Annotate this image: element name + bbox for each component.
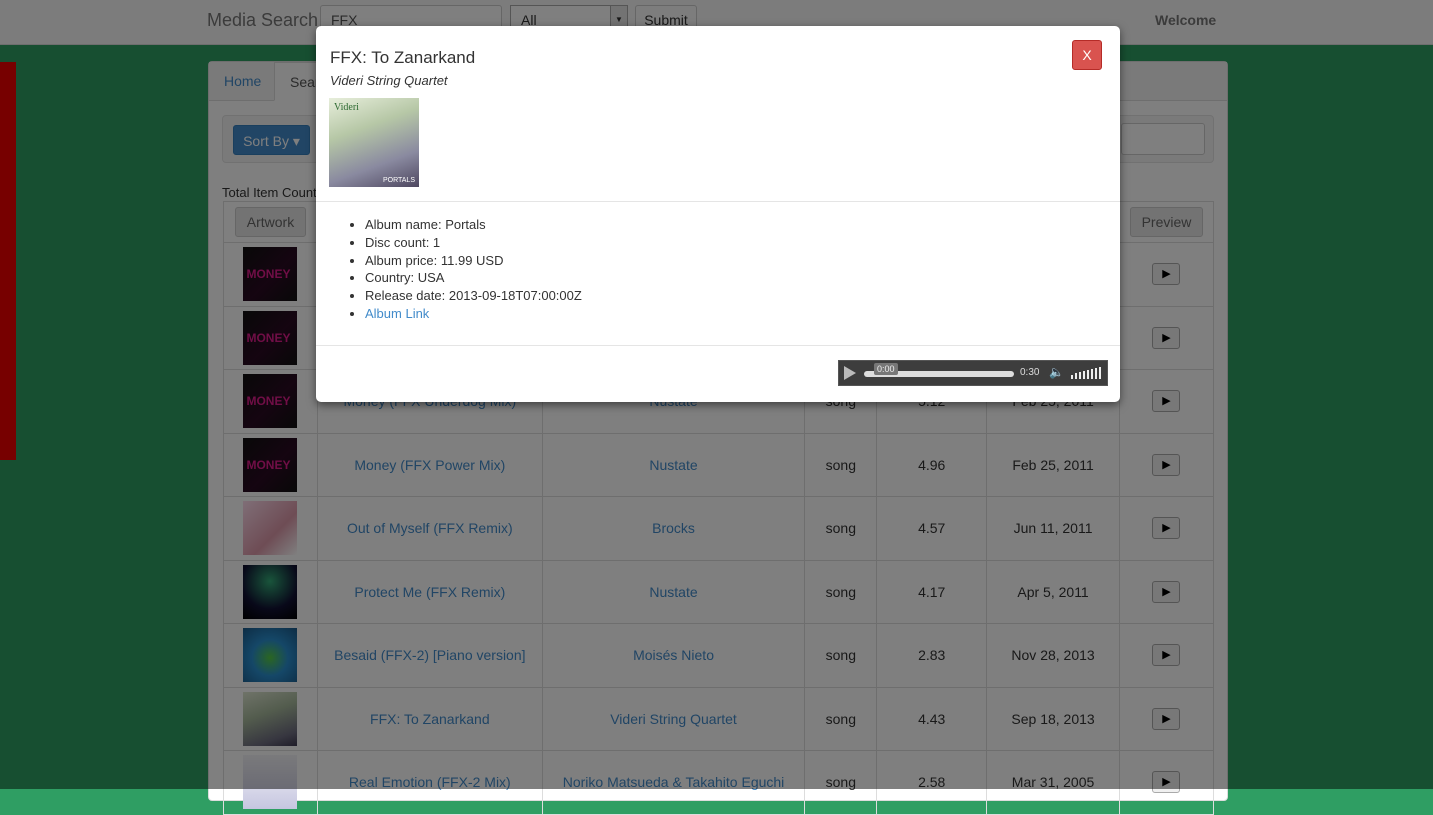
album-artwork <box>329 98 419 187</box>
modal-title: FFX: To Zanarkand <box>330 48 476 67</box>
seek-bar[interactable]: 0:00 <box>864 363 1014 377</box>
duration: 0:30 <box>1020 367 1040 378</box>
close-button[interactable]: X <box>1072 40 1102 70</box>
play-icon[interactable] <box>844 366 856 380</box>
current-time: 0:00 <box>874 363 898 375</box>
volume-slider[interactable] <box>1071 367 1101 379</box>
audio-player: 0:00 0:30 🔈 <box>838 360 1108 386</box>
divider <box>316 345 1120 346</box>
album-link[interactable]: Album Link <box>365 306 429 321</box>
speaker-icon[interactable]: 🔈 <box>1049 365 1064 379</box>
modal-artist: Videri String Quartet <box>330 73 448 88</box>
detail-release-date: Release date: 2013-09-18T07:00:00Z <box>365 287 582 305</box>
divider <box>316 201 1120 202</box>
detail-country: Country: USA <box>365 269 582 287</box>
detail-album-name: Album name: Portals <box>365 216 582 234</box>
detail-album-price: Album price: 11.99 USD <box>365 252 582 270</box>
detail-disc-count: Disc count: 1 <box>365 234 582 252</box>
album-details-list: Album name: Portals Disc count: 1 Album … <box>365 216 582 323</box>
track-detail-modal: FFX: To Zanarkand Videri String Quartet … <box>316 26 1120 402</box>
